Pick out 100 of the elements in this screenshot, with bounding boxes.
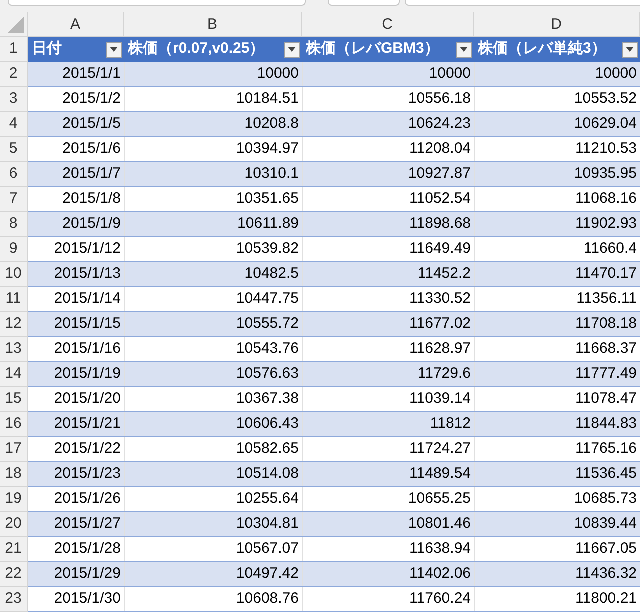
table-cell: 10255.64 <box>124 487 302 512</box>
table-cell: 10394.97 <box>124 137 302 162</box>
table-cell: 11628.97 <box>302 337 474 362</box>
row-header[interactable]: 21 <box>0 537 28 562</box>
row-header[interactable]: 9 <box>0 237 28 262</box>
table-cell: 10935.95 <box>474 162 640 187</box>
table-cell: 11078.47 <box>474 387 640 412</box>
table-cell: 11402.06 <box>302 562 474 587</box>
table-cell: 11729.6 <box>302 362 474 387</box>
table-cell: 10497.42 <box>124 562 302 587</box>
table-cell: 11777.49 <box>474 362 640 387</box>
table-cell: 11649.49 <box>302 237 474 262</box>
row-header[interactable]: 17 <box>0 437 28 462</box>
row-header[interactable]: 10 <box>0 262 28 287</box>
table-cell: 11677.02 <box>302 312 474 337</box>
row-header[interactable]: 3 <box>0 87 28 112</box>
table-cell: 10539.82 <box>124 237 302 262</box>
table-cell: 11812 <box>302 412 474 437</box>
table-cell: 10208.8 <box>124 112 302 137</box>
table-cell: 2015/1/13 <box>28 262 124 287</box>
row-header[interactable]: 16 <box>0 412 28 437</box>
table-cell: 10611.89 <box>124 212 302 237</box>
table-cell: 10685.73 <box>474 487 640 512</box>
table-cell: 11724.27 <box>302 437 474 462</box>
row-header[interactable]: 12 <box>0 312 28 337</box>
row-header[interactable]: 4 <box>0 112 28 137</box>
row-header[interactable]: 1 <box>0 37 28 62</box>
row-header[interactable]: 23 <box>0 587 28 612</box>
row-header[interactable]: 18 <box>0 462 28 487</box>
filter-dropdown-icon[interactable] <box>106 42 122 58</box>
table-cell: 2015/1/1 <box>28 62 124 87</box>
row-header[interactable]: 15 <box>0 387 28 412</box>
header-label: 日付 <box>32 39 63 60</box>
table-cell: 11489.54 <box>302 462 474 487</box>
table-cell: 2015/1/21 <box>28 412 124 437</box>
row-header[interactable]: 8 <box>0 212 28 237</box>
table-cell: 10624.23 <box>302 112 474 137</box>
table-cell: 10801.46 <box>302 512 474 537</box>
table-cell: 11208.04 <box>302 137 474 162</box>
column-header[interactable]: A <box>28 12 124 36</box>
table-cell: 10839.44 <box>474 512 640 537</box>
table-cell: 11638.94 <box>302 537 474 562</box>
table-cell: 10367.38 <box>124 387 302 412</box>
table-cell: 10351.65 <box>124 187 302 212</box>
table-cell: 10447.75 <box>124 287 302 312</box>
table-cell: 2015/1/19 <box>28 362 124 387</box>
column-header[interactable]: C <box>302 12 474 36</box>
table-cell: 2015/1/29 <box>28 562 124 587</box>
table-cell: 11452.2 <box>302 262 474 287</box>
table-cell: 11844.83 <box>474 412 640 437</box>
table-cell: 10553.52 <box>474 87 640 112</box>
table-cell: 11898.68 <box>302 212 474 237</box>
table-cell: 10567.07 <box>124 537 302 562</box>
row-header[interactable]: 22 <box>0 562 28 587</box>
table-cell: 10606.43 <box>124 412 302 437</box>
table-cell: 2015/1/27 <box>28 512 124 537</box>
table-cell: 10000 <box>302 62 474 87</box>
table-cell: 11470.17 <box>474 262 640 287</box>
table-cell: 10000 <box>124 62 302 87</box>
table-cell: 11356.11 <box>474 287 640 312</box>
table-cell: 11039.14 <box>302 387 474 412</box>
table-cell: 10514.08 <box>124 462 302 487</box>
row-header[interactable]: 5 <box>0 137 28 162</box>
row-header[interactable]: 2 <box>0 62 28 87</box>
header-cell[interactable]: 日付 <box>28 37 124 62</box>
table-cell: 11800.21 <box>474 587 640 612</box>
table-cell: 10000 <box>474 62 640 87</box>
table-cell: 2015/1/15 <box>28 312 124 337</box>
table-cell: 11436.32 <box>474 562 640 587</box>
table-cell: 11210.53 <box>474 137 640 162</box>
row-header[interactable]: 14 <box>0 362 28 387</box>
row-header[interactable]: 20 <box>0 512 28 537</box>
table-cell: 10582.65 <box>124 437 302 462</box>
filter-dropdown-icon[interactable] <box>456 42 472 58</box>
table-cell: 10655.25 <box>302 487 474 512</box>
column-header[interactable]: B <box>124 12 302 36</box>
table-cell: 2015/1/9 <box>28 212 124 237</box>
table-cell: 10310.1 <box>124 162 302 187</box>
table-cell: 11902.93 <box>474 212 640 237</box>
row-header[interactable]: 19 <box>0 487 28 512</box>
table-cell: 2015/1/5 <box>28 112 124 137</box>
table-cell: 2015/1/7 <box>28 162 124 187</box>
table-cell: 10608.76 <box>124 587 302 612</box>
filter-dropdown-icon[interactable] <box>622 42 638 58</box>
table-cell: 11068.16 <box>474 187 640 212</box>
table-cell: 11052.54 <box>302 187 474 212</box>
table-cell: 10543.76 <box>124 337 302 362</box>
column-header[interactable]: D <box>474 12 640 36</box>
row-header[interactable]: 11 <box>0 287 28 312</box>
table-cell: 10629.04 <box>474 112 640 137</box>
table-cell: 2015/1/23 <box>28 462 124 487</box>
table-cell: 10482.5 <box>124 262 302 287</box>
table-cell: 11668.37 <box>474 337 640 362</box>
filter-dropdown-icon[interactable] <box>284 42 300 58</box>
table-cell: 10556.18 <box>302 87 474 112</box>
table-cell: 10927.87 <box>302 162 474 187</box>
row-header[interactable]: 7 <box>0 187 28 212</box>
table-cell: 10576.63 <box>124 362 302 387</box>
row-header[interactable]: 13 <box>0 337 28 362</box>
row-header[interactable]: 6 <box>0 162 28 187</box>
